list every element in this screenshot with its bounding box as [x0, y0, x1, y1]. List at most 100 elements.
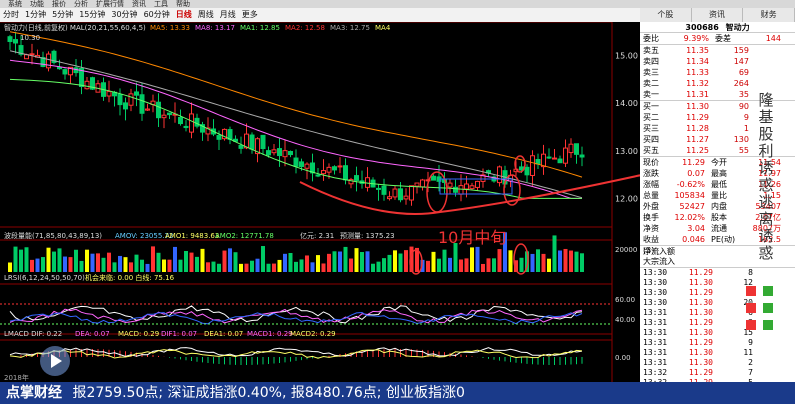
- ask-volume: 159: [733, 46, 749, 55]
- volume-bar: [200, 248, 205, 272]
- palette-green-swatch-2[interactable]: [762, 303, 773, 313]
- bid-label: 买五: [643, 146, 659, 155]
- side-note-char: 隆: [758, 91, 774, 109]
- menu-item-5[interactable]: 资讯: [132, 0, 146, 8]
- candle-body: [469, 185, 475, 190]
- ask-row: 卖三 11.33 69: [640, 67, 795, 78]
- volume-bar: [244, 263, 249, 272]
- stat-value: 52427: [679, 202, 705, 211]
- volume-bar: [354, 248, 359, 272]
- tick-row: 13:31 11.30 2: [640, 358, 795, 368]
- menu-item-3[interactable]: 分析: [74, 0, 88, 8]
- volume-bar: [79, 260, 84, 272]
- stat-label: PE(动): [711, 235, 736, 244]
- ask-price: 11.32: [686, 79, 709, 88]
- palette-green-swatch[interactable]: [762, 286, 773, 296]
- tick-time: 13:31: [643, 308, 668, 317]
- candle-body: [293, 157, 299, 167]
- bid-volume: 130: [733, 135, 749, 144]
- indicator-line: [9, 311, 583, 325]
- volume-bar: [558, 250, 562, 272]
- candle-body: [249, 134, 255, 150]
- stat-label: 内盘: [711, 202, 727, 211]
- tick-price: 11.29: [688, 268, 713, 277]
- period-tab-7[interactable]: 周线: [195, 8, 217, 22]
- volume-bar: [442, 249, 447, 272]
- tab-news[interactable]: 资讯: [692, 8, 744, 22]
- period-tab-9[interactable]: 更多: [239, 8, 261, 22]
- stock-label: 智动力(日线,前复权) MAL(20,21,55,60,4,5): [4, 23, 146, 32]
- candle-body: [145, 108, 150, 111]
- menu-item-1[interactable]: 功能: [30, 0, 44, 8]
- kline-chart-area[interactable]: 15.00 14.00 13.00 12.00 智动力(日线,前复权) MAL(20,2…: [0, 22, 640, 382]
- ask-label: 卖一: [643, 90, 659, 99]
- volume-bar: [398, 253, 403, 272]
- volume-bar: [475, 246, 480, 272]
- candle-body: [387, 196, 392, 200]
- volume-bar: [118, 255, 122, 272]
- candle-body: [271, 149, 277, 154]
- menu-item-6[interactable]: 工具: [154, 0, 168, 8]
- candle-body: [189, 113, 194, 133]
- volume-bar: [211, 261, 216, 272]
- volume-bar: [294, 261, 298, 272]
- menu-item-2[interactable]: 报价: [52, 0, 66, 8]
- stat-label: 最高: [711, 169, 727, 178]
- palette-red-swatch-2[interactable]: [746, 303, 756, 313]
- period-tab-5[interactable]: 60分钟: [141, 8, 173, 22]
- candle-body: [376, 187, 381, 190]
- stat-label: 净资: [643, 224, 659, 233]
- menu-item-7[interactable]: 帮助: [176, 0, 190, 8]
- commission-diff-label: 委差: [715, 34, 731, 43]
- candle-body: [260, 134, 266, 150]
- ask-label: 卖三: [643, 68, 659, 77]
- volume-bar: [19, 249, 23, 272]
- bid-price: 11.27: [686, 135, 709, 144]
- palette-green-swatch-3[interactable]: [762, 320, 773, 330]
- bid-volume: 9: [743, 113, 749, 122]
- period-tab-1[interactable]: 1分钟: [22, 8, 49, 22]
- period-tab-8[interactable]: 月线: [217, 8, 239, 22]
- menu-item-4[interactable]: 扩展行情: [96, 0, 124, 8]
- side-note-char: 诱: [758, 227, 774, 245]
- color-palette[interactable]: [744, 284, 784, 335]
- macd-item: DIF1: 0.07: [161, 330, 197, 338]
- tab-stock[interactable]: 个股: [640, 8, 692, 22]
- tick-price: 11.30: [688, 348, 713, 357]
- stat-label: 股本: [711, 213, 727, 222]
- palette-red-swatch[interactable]: [746, 286, 756, 296]
- period-tab-2[interactable]: 5分钟: [49, 8, 76, 22]
- stat-label: 涨跌: [643, 169, 659, 178]
- tab-finance[interactable]: 财务: [743, 8, 795, 22]
- candle-body: [381, 185, 387, 195]
- palette-red-swatch-3[interactable]: [746, 320, 756, 330]
- tick-price: 11.29: [688, 288, 713, 297]
- macd-item: MACD2: 0.29: [290, 330, 336, 338]
- bid-label: 买三: [643, 124, 659, 133]
- play-icon: [51, 354, 62, 368]
- volume-bar: [321, 263, 326, 272]
- candle-body: [392, 188, 398, 198]
- volume-bar: [288, 253, 293, 272]
- tick-price: 11.30: [688, 298, 713, 307]
- candle-body: [315, 174, 321, 177]
- volume-bar: [41, 257, 45, 272]
- video-play-button[interactable]: [40, 346, 70, 376]
- side-note: 隆基股利诱惑逃离诱惑: [755, 92, 777, 262]
- ask-volume: 147: [733, 57, 749, 66]
- macd-item: DEA: 0.07: [75, 330, 110, 338]
- volume-bar: [332, 251, 337, 272]
- menu-item-0[interactable]: 系统: [8, 0, 22, 8]
- period-tab-6[interactable]: 日线: [173, 8, 195, 22]
- side-note-char: 诱: [758, 159, 774, 177]
- kline-chart-svg[interactable]: 15.00 14.00 13.00 12.00 智动力(日线,前复权) MAL(20,2…: [0, 22, 640, 382]
- period-tab-0[interactable]: 分时: [0, 8, 22, 22]
- amo1-legend: AMO1: 9483.63: [165, 232, 219, 240]
- macd-item: MACD1: 0.29: [247, 330, 293, 338]
- period-tab-3[interactable]: 15分钟: [76, 8, 108, 22]
- ask-row: 卖二 11.32 264: [640, 78, 795, 89]
- candle-body: [321, 170, 326, 175]
- volume-bar: [431, 251, 436, 272]
- period-tab-4[interactable]: 30分钟: [108, 8, 140, 22]
- quote-tabs: 个股 资讯 财务: [640, 8, 795, 22]
